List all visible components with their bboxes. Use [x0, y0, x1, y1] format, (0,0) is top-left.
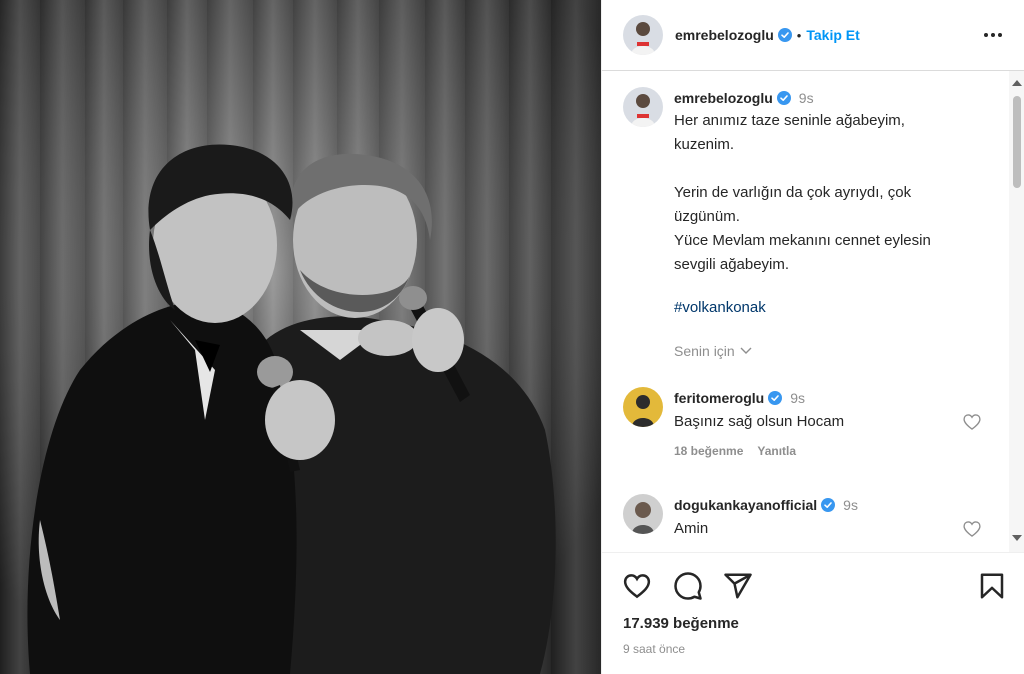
follow-button[interactable]: Takip Et [806, 27, 859, 43]
scroll-down-arrow-icon[interactable] [1012, 534, 1022, 542]
comment-like-heart-icon[interactable] [962, 519, 982, 539]
author-avatar[interactable] [623, 15, 663, 55]
comment-body: feritomeroglu 9s Başınız sağ olsun Hocam… [674, 387, 964, 458]
post-header: emrebelozoglu • Takip Et [602, 0, 1024, 71]
likes-count[interactable]: 17.939 beğenme [623, 615, 739, 632]
comment-time: 9s [790, 390, 806, 406]
reply-button[interactable]: Yanıtla [757, 444, 796, 458]
caption-line: Her anımız taze seninle ağabeyim, [674, 112, 905, 129]
comment-time: 9s [843, 497, 858, 513]
verified-badge-icon [821, 498, 836, 512]
caption-name-line: emrebelozoglu 9s [674, 87, 984, 109]
comment-bubble-icon[interactable] [673, 571, 703, 601]
comment-body: dogukankayanofficial 9s Amin [674, 494, 964, 537]
post-actions: 17.939 beğenme 9 saat önce [602, 552, 1024, 674]
comments-area[interactable]: emrebelozoglu 9s Her anımız taze seninle… [602, 71, 1024, 552]
commenter-avatar[interactable] [623, 494, 663, 534]
caption-body: emrebelozoglu 9s Her anımız taze seninle… [674, 87, 984, 359]
caption-line: kuzenim. [674, 136, 735, 153]
commenter-avatar[interactable] [623, 387, 663, 427]
caption-username[interactable]: emrebelozoglu [674, 90, 773, 106]
post-panel: emrebelozoglu • Takip Et emrebelozoglu 9… [601, 0, 1024, 674]
caption-line: Yüce Mevlam mekanını cennet eylesin [674, 232, 931, 249]
scroll-up-arrow-icon[interactable] [1012, 79, 1022, 87]
comment-text: Amin [674, 520, 709, 537]
caption-time: 9s [798, 90, 814, 106]
post-photo[interactable] [0, 0, 601, 674]
heart-icon[interactable] [622, 571, 652, 601]
bookmark-icon[interactable] [977, 571, 1007, 601]
comments-scrollbar[interactable] [1009, 71, 1024, 552]
see-translation-button[interactable]: Senin için [674, 343, 984, 359]
verified-badge-icon [776, 91, 791, 105]
translate-label: Senin için [674, 343, 735, 359]
photo-illustration [0, 0, 601, 674]
scrollbar-thumb[interactable] [1013, 96, 1021, 188]
separator: • [796, 27, 802, 43]
paper-plane-icon[interactable] [723, 571, 753, 601]
caption-author-avatar[interactable] [623, 87, 663, 127]
author-username[interactable]: emrebelozoglu [675, 27, 774, 43]
verified-badge-icon [777, 28, 792, 42]
comment-name-line: feritomeroglu 9s [674, 387, 964, 409]
chevron-down-icon [740, 347, 752, 354]
comment-text: Başınız sağ olsun Hocam [674, 413, 845, 430]
caption-line: Yerin de varlığın da çok ayrıydı, çok [674, 184, 912, 201]
verified-badge-icon [768, 391, 783, 405]
caption-line: sevgili ağabeyim. [674, 256, 790, 273]
comment-likes[interactable]: 18 beğenme [674, 444, 743, 458]
comment-meta: 18 beğenme Yanıtla [674, 444, 964, 458]
comment-name-line: dogukankayanofficial 9s [674, 494, 964, 516]
hashtag-link[interactable]: #volkankonak [674, 299, 984, 316]
commenter-username[interactable]: dogukankayanofficial [674, 497, 817, 513]
post-time-ago: 9 saat önce [623, 642, 686, 656]
commenter-username[interactable]: feritomeroglu [674, 390, 764, 406]
comment-like-heart-icon[interactable] [962, 412, 982, 432]
more-options-icon[interactable] [981, 23, 1005, 47]
caption-line: üzgünüm. [674, 208, 740, 225]
